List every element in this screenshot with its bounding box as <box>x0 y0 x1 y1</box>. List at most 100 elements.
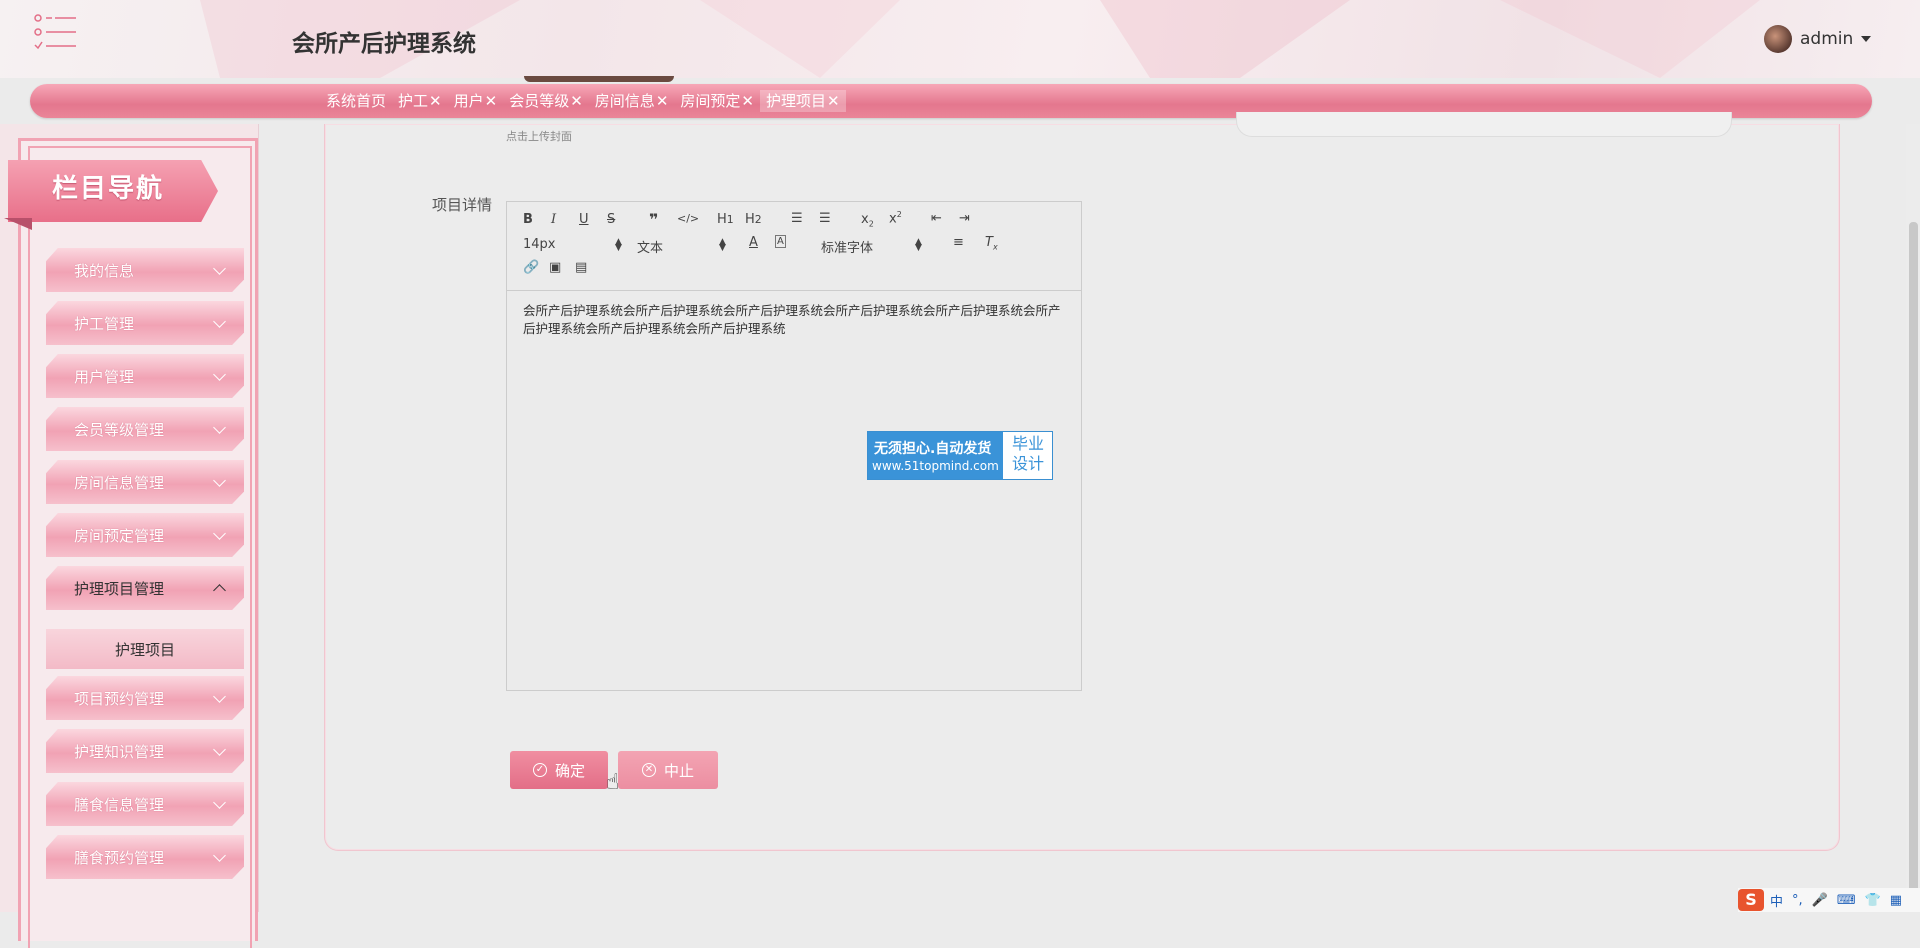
video-icon[interactable]: ▤ <box>575 260 587 275</box>
block-type-value: 文本 <box>637 241 664 256</box>
textarea-field[interactable] <box>1236 112 1732 137</box>
sidebar-item-label: 护理知识管理 <box>74 743 165 761</box>
tab-label: 房间信息 <box>594 92 655 110</box>
upload-hint[interactable]: 点击上传封面 <box>506 128 572 144</box>
hand-cursor-icon: ☝ <box>606 770 620 795</box>
ime-logo[interactable]: S <box>1738 889 1764 911</box>
code-block-icon[interactable]: </> <box>677 212 699 225</box>
blockquote-icon[interactable]: ❞ <box>649 210 658 229</box>
sidebar-item-meal-booking[interactable]: 膳食预约管理 <box>46 835 244 879</box>
ime-language[interactable]: 中 <box>1770 891 1783 910</box>
tab-member-level[interactable]: 会员等级 ✕ <box>503 90 589 112</box>
watermark-right-text: 设计 <box>1011 454 1044 473</box>
sidebar-item-label: 房间信息管理 <box>74 474 165 492</box>
cancel-label: 中止 <box>663 761 694 780</box>
tab-user[interactable]: 用户 ✕ <box>448 90 504 112</box>
chevron-down-icon <box>213 527 226 540</box>
sidebar-item-label: 护工管理 <box>74 315 135 333</box>
updown-icon: ▲ ▼ <box>719 237 726 253</box>
tab-room-booking[interactable]: 房间预定 ✕ <box>674 90 760 112</box>
cover-image-preview[interactable] <box>524 76 674 82</box>
indent-icon[interactable]: ⇥ <box>959 211 970 226</box>
strike-icon[interactable]: S <box>607 212 615 227</box>
skin-icon[interactable]: 👕 <box>1865 893 1881 908</box>
link-icon[interactable]: 🔗 <box>523 260 539 275</box>
sidebar-item-room-booking[interactable]: 房间预定管理 <box>46 513 244 557</box>
scrollbar-thumb[interactable] <box>1909 222 1918 912</box>
ime-toolbar: S 中 °, 🎤 ⌨ 👕 ▦ <box>1738 888 1920 912</box>
chevron-down-icon <box>213 690 226 703</box>
header2-icon[interactable]: H2 <box>745 212 762 227</box>
sidebar-item-label: 项目预约管理 <box>74 690 165 708</box>
tab-label: 系统首页 <box>326 92 387 110</box>
close-icon[interactable]: ✕ <box>485 90 498 112</box>
sidebar-item-member-level[interactable]: 会员等级管理 <box>46 407 244 451</box>
check-circle-icon: ✓ <box>532 763 547 777</box>
close-circle-icon: ✕ <box>641 763 656 777</box>
subscript-icon[interactable]: x2 <box>861 212 874 229</box>
microphone-icon[interactable]: 🎤 <box>1812 893 1828 908</box>
close-icon[interactable]: ✕ <box>570 90 583 112</box>
tab-nurse[interactable]: 护工 ✕ <box>392 90 448 112</box>
app-title: 会所产后护理系统 <box>292 31 476 57</box>
close-icon[interactable]: ✕ <box>741 90 754 112</box>
sidebar-subitem-label: 护理项目 <box>114 641 175 659</box>
chevron-down-icon <box>213 849 226 862</box>
close-icon[interactable]: ✕ <box>656 90 669 112</box>
user-menu[interactable]: admin <box>1764 25 1872 53</box>
confirm-button[interactable]: ✓ 确定 <box>510 751 608 789</box>
sidebar-subitem-care-item[interactable]: 护理项目 <box>46 629 244 669</box>
close-icon[interactable]: ✕ <box>429 90 442 112</box>
caret-down-icon <box>1861 36 1872 42</box>
page-scrollbar[interactable] <box>1906 124 1920 912</box>
watermark-badge: 无须担心.自动发货 www.51topmind.com 毕业 设计 <box>867 431 1053 480</box>
sidebar-item-appointment[interactable]: 项目预约管理 <box>46 676 244 720</box>
align-icon[interactable]: ≡ <box>953 235 964 250</box>
tab-home[interactable]: 系统首页 <box>320 90 392 112</box>
clear-format-icon[interactable]: Tx <box>985 235 998 252</box>
grid-icon[interactable]: ▦ <box>1890 893 1902 908</box>
editor-toolbar: B I U S ❞ </> H1 H2 ☰ ☰ x2 x2 ⇤ ⇥ 14px ▲ ▼… <box>507 202 1081 291</box>
font-color-icon[interactable]: A <box>749 235 758 250</box>
background-color-icon[interactable]: A <box>775 235 786 248</box>
font-size-select[interactable]: 14px ▲ ▼ <box>523 237 622 253</box>
image-icon[interactable]: ▣ <box>549 260 561 275</box>
italic-icon[interactable]: I <box>551 212 556 227</box>
nav-banner-title: 栏目导航 <box>52 174 165 204</box>
user-name: admin <box>1800 29 1854 49</box>
avatar <box>1764 25 1792 53</box>
sidebar-item-nurse[interactable]: 护工管理 <box>46 301 244 345</box>
close-icon[interactable]: ✕ <box>827 90 840 112</box>
cancel-button[interactable]: ✕ 中止 <box>618 751 718 789</box>
sidebar-item-meal-info[interactable]: 膳食信息管理 <box>46 782 244 826</box>
detail-label: 项目详情 <box>432 196 493 214</box>
header1-icon[interactable]: H1 <box>717 212 734 227</box>
ime-punctuation[interactable]: °, <box>1792 893 1803 908</box>
underline-icon[interactable]: U <box>579 212 589 227</box>
ordered-list-icon[interactable]: ☰ <box>791 211 803 226</box>
font-family-select[interactable]: 标准字体 ▲ ▼ <box>821 237 922 257</box>
watermark-left: 无须担心.自动发货 www.51topmind.com <box>868 432 1003 479</box>
chevron-down-icon <box>213 421 226 434</box>
bullet-list-icon[interactable]: ☰ <box>819 211 831 226</box>
sidebar-item-label: 用户管理 <box>74 368 135 386</box>
font-family-value: 标准字体 <box>821 241 874 256</box>
menu-toggle-icon[interactable] <box>34 12 78 52</box>
watermark-right-text: 毕业 <box>1011 434 1044 453</box>
sidebar-item-label: 膳食预约管理 <box>74 849 165 867</box>
sidebar-item-knowledge[interactable]: 护理知识管理 <box>46 729 244 773</box>
bold-icon[interactable]: B <box>523 212 533 227</box>
sidebar-item-room-info[interactable]: 房间信息管理 <box>46 460 244 504</box>
tab-label: 会员等级 <box>509 92 570 110</box>
sidebar-item-user[interactable]: 用户管理 <box>46 354 244 398</box>
sidebar-item-my-info[interactable]: 我的信息 <box>46 248 244 292</box>
superscript-icon[interactable]: x2 <box>889 210 902 226</box>
sidebar-item-label: 护理项目管理 <box>74 580 165 598</box>
tab-care-item[interactable]: 护理项目 ✕ <box>759 90 846 112</box>
editor-content[interactable]: 会所产后护理系统会所产后护理系统会所产后护理系统会所产后护理系统会所产后护理系统… <box>523 302 1069 338</box>
tab-room-info[interactable]: 房间信息 ✕ <box>589 90 675 112</box>
keyboard-icon[interactable]: ⌨ <box>1837 893 1856 908</box>
block-type-select[interactable]: 文本 ▲ ▼ <box>637 237 726 257</box>
sidebar-item-care-item[interactable]: 护理项目管理 <box>46 566 244 610</box>
outdent-icon[interactable]: ⇤ <box>931 211 942 226</box>
